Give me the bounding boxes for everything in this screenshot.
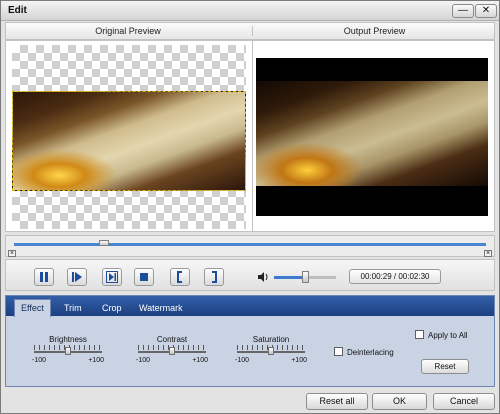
output-video-frame — [256, 81, 488, 186]
deinterlacing-checkbox[interactable] — [334, 347, 343, 356]
saturation-label: Saturation — [252, 335, 290, 344]
minimize-button[interactable]: — — [452, 4, 474, 18]
pause-button[interactable] — [34, 268, 54, 286]
play-frame-icon — [72, 272, 82, 282]
stop-button[interactable] — [134, 268, 154, 286]
stop-icon — [140, 273, 148, 281]
tab-watermark[interactable]: Watermark — [133, 300, 189, 316]
output-preview-canvas — [256, 58, 488, 216]
contrast-min: -100 — [136, 357, 151, 364]
brightness-label: Brightness — [49, 335, 87, 344]
original-preview-label: Original Preview — [95, 26, 161, 36]
volume-thumb[interactable] — [302, 271, 309, 283]
ok-button[interactable]: OK — [372, 393, 427, 410]
apply-to-all-checkbox[interactable] — [415, 330, 424, 339]
preview-header: Original Preview Output Preview — [5, 22, 495, 40]
tab-bar: Effect Trim Crop Watermark — [6, 296, 494, 317]
reset-all-button[interactable]: Reset all — [306, 393, 368, 410]
original-video-frame[interactable] — [12, 91, 246, 191]
mark-out-button[interactable] — [204, 268, 224, 286]
preview-area — [5, 40, 495, 232]
pause-icon — [40, 272, 48, 282]
tab-crop[interactable]: Crop — [96, 300, 128, 316]
mark-in-button[interactable] — [170, 268, 190, 286]
apply-to-all-label: Apply to All — [428, 331, 468, 340]
deinterlacing-label: Deinterlacing — [347, 348, 394, 357]
contrast-max: +100 — [192, 357, 208, 364]
saturation-min: -100 — [235, 357, 250, 364]
timeline-thumb[interactable] — [98, 240, 109, 246]
bracket-left-icon — [177, 271, 182, 283]
contrast-slider-group: Contrast -100 +100 — [136, 335, 208, 371]
volume-icon[interactable] — [257, 271, 269, 283]
next-frame-button[interactable] — [102, 268, 122, 286]
brightness-slider-group: Brightness -100 +100 — [32, 335, 104, 371]
end-marker[interactable]: × — [484, 250, 492, 257]
window-title: Edit — [8, 5, 27, 16]
play-frame-button[interactable] — [67, 268, 87, 286]
bracket-right-icon — [212, 271, 217, 283]
reset-button[interactable]: Reset — [421, 359, 469, 374]
saturation-slider-group: Saturation -100 +100 — [235, 335, 307, 371]
volume-level — [274, 276, 305, 279]
original-preview-canvas — [12, 45, 246, 229]
start-marker[interactable]: × — [8, 250, 16, 257]
edit-dialog: Edit — ✕ Original Preview Output Preview… — [0, 0, 500, 414]
brightness-thumb[interactable] — [65, 347, 71, 355]
playback-controls: 00:00:29 / 00:02:30 — [5, 259, 495, 291]
close-button[interactable]: ✕ — [475, 4, 497, 18]
saturation-max: +100 — [291, 357, 307, 364]
timeline-panel: × × — [5, 235, 495, 257]
saturation-thumb[interactable] — [268, 347, 274, 355]
contrast-label: Contrast — [156, 335, 188, 344]
timeline-track[interactable] — [14, 243, 486, 246]
cancel-button[interactable]: Cancel — [433, 393, 495, 410]
time-display: 00:00:29 / 00:02:30 — [349, 269, 441, 284]
tab-trim[interactable]: Trim — [58, 300, 88, 316]
next-frame-icon — [106, 271, 118, 283]
contrast-thumb[interactable] — [169, 347, 175, 355]
tab-effect[interactable]: Effect — [14, 299, 51, 317]
settings-panel: Effect Trim Crop Watermark Brightness -1… — [5, 295, 495, 387]
preview-divider — [252, 41, 253, 231]
brightness-min: -100 — [32, 357, 47, 364]
output-preview-label: Output Preview — [252, 26, 496, 36]
brightness-max: +100 — [88, 357, 104, 364]
title-bar: Edit — ✕ — [1, 1, 499, 21]
